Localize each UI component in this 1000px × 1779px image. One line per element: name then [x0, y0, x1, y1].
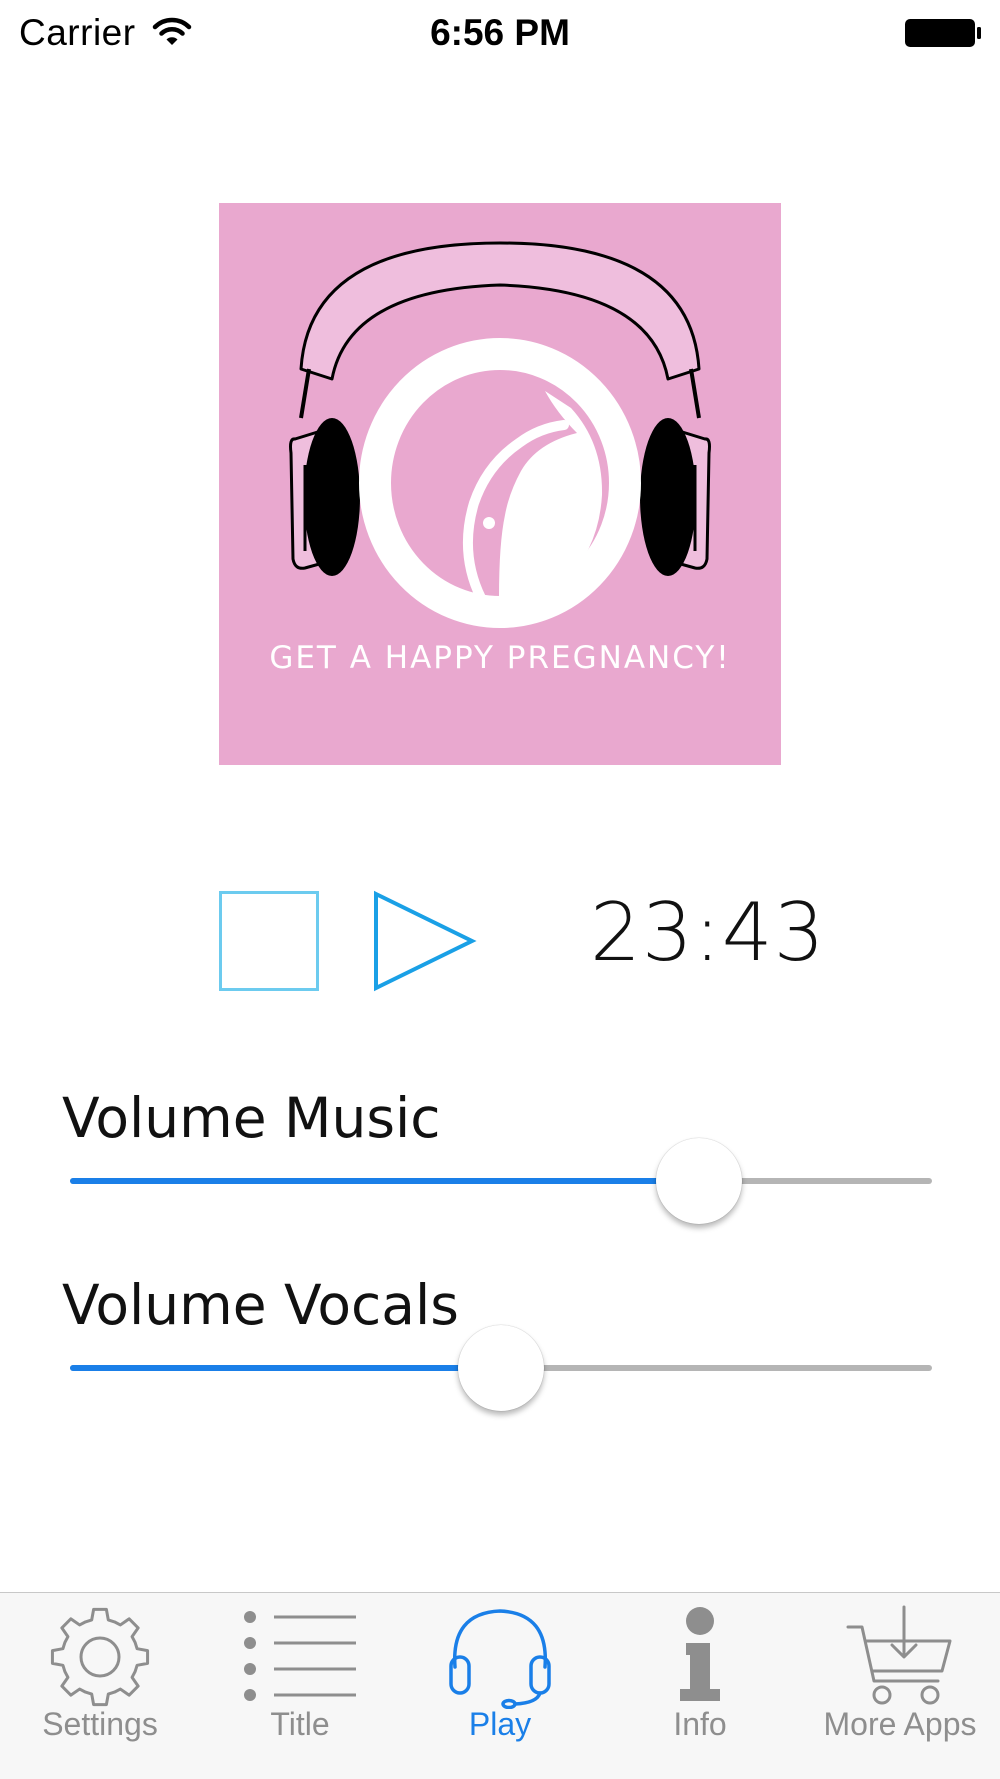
- tab-settings[interactable]: Settings: [0, 1593, 200, 1779]
- tab-label: Title: [270, 1706, 330, 1742]
- playback-timer: 23:43: [590, 886, 826, 979]
- album-artwork: GET A HAPPY PREGNANCY!: [219, 203, 781, 765]
- headphones-belly-logo: [289, 241, 711, 628]
- stop-button[interactable]: [219, 891, 319, 991]
- slider-thumb[interactable]: [458, 1325, 544, 1411]
- slider-thumb[interactable]: [656, 1138, 743, 1224]
- play-triangle-icon: [374, 890, 477, 992]
- headphones-icon: [449, 1609, 551, 1709]
- volume-vocals-slider[interactable]: [70, 1324, 932, 1414]
- list-icon: [244, 1611, 356, 1701]
- gear-icon: [50, 1607, 150, 1707]
- tab-more-apps[interactable]: More Apps: [800, 1593, 1000, 1779]
- tab-play[interactable]: Play: [400, 1593, 600, 1779]
- info-icon: [680, 1607, 720, 1701]
- tab-label: Play: [468, 1706, 532, 1742]
- tab-label: Settings: [42, 1706, 158, 1742]
- slider-track-fill: [70, 1365, 501, 1371]
- volume-music-slider[interactable]: [70, 1137, 932, 1227]
- status-time: 6:56 PM: [430, 12, 570, 53]
- artwork-tagline: GET A HAPPY PREGNANCY!: [269, 640, 731, 676]
- tab-info[interactable]: Info: [600, 1593, 800, 1779]
- slider-track-fill: [70, 1178, 700, 1184]
- status-bar: Carrier 6:56 PM: [0, 0, 1000, 68]
- play-button[interactable]: [372, 890, 478, 992]
- tab-label: More Apps: [823, 1706, 977, 1742]
- cart-download-icon: [846, 1605, 952, 1705]
- battery-icon: [905, 19, 981, 47]
- tab-bar: Settings Title Play Info More Apps: [0, 1592, 1000, 1779]
- tab-label: Info: [673, 1706, 727, 1742]
- tab-title[interactable]: Title: [200, 1593, 400, 1779]
